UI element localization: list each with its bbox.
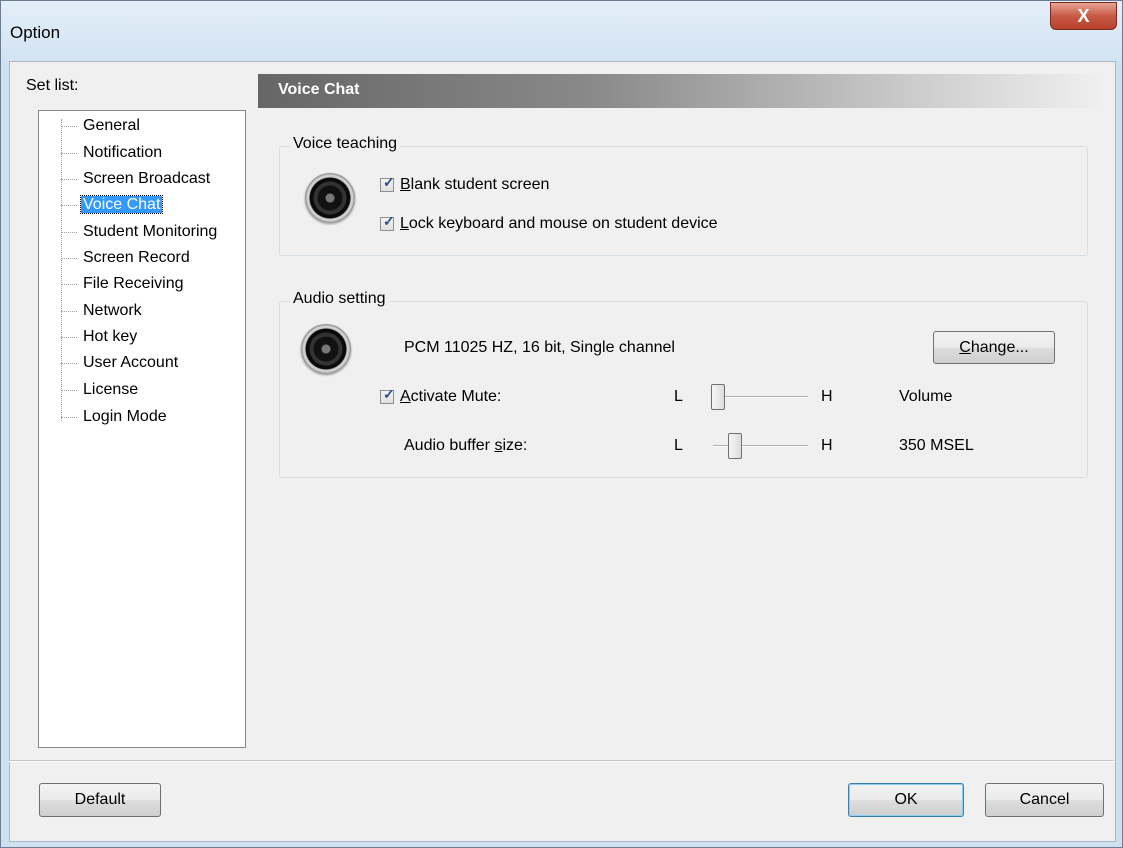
tree-item-label: File Receiving <box>83 275 184 292</box>
tree-item-label: Voice Chat <box>79 195 164 214</box>
checkmark-icon: ✓ <box>383 386 395 402</box>
checkbox-label: Activate Mute: <box>400 388 502 405</box>
window-title: Option <box>10 23 61 42</box>
tree-item-label: Screen Record <box>83 249 190 266</box>
cancel-button-label: Cancel <box>1019 791 1070 808</box>
buffer-value-label: 350 MSEL <box>899 437 974 454</box>
tree-item-file-receiving[interactable]: File Receiving <box>61 272 185 296</box>
voice-teaching-group: Voice teaching <box>279 135 1088 256</box>
volume-low-label: L <box>674 388 683 405</box>
close-button[interactable]: X <box>1050 2 1117 30</box>
tree-item-label: Login Mode <box>83 408 167 425</box>
tree-item-label: User Account <box>83 354 179 371</box>
audio-setting-title: Audio setting <box>290 290 389 308</box>
checkbox-label: Blank student screen <box>400 176 550 193</box>
lock-keyboard-mouse-checkbox[interactable]: ✓ Lock keyboard and mouse on student dev… <box>380 213 718 233</box>
title-bar: Option X <box>1 1 1122 61</box>
speaker-icon <box>305 173 355 223</box>
tree-item-voice-chat[interactable]: Voice Chat <box>61 193 164 217</box>
close-icon: X <box>1077 5 1090 26</box>
tree-item-label: Screen Broadcast <box>83 170 211 187</box>
ok-button-label: OK <box>894 791 918 808</box>
panel-title: Voice Chat <box>278 81 360 98</box>
panel-header: Voice Chat <box>258 74 1105 108</box>
buffer-low-label: L <box>674 437 683 454</box>
change-button[interactable]: Change... <box>933 331 1055 364</box>
audio-buffer-label: Audio buffer size: <box>404 437 528 454</box>
tree-item-hot-key[interactable]: Hot key <box>61 325 139 349</box>
change-button-label: Change... <box>959 338 1029 356</box>
checkbox-box: ✓ <box>380 213 395 231</box>
cancel-button[interactable]: Cancel <box>985 783 1104 817</box>
buffer-slider-thumb[interactable] <box>728 433 743 459</box>
audio-format-text: PCM 11025 HZ, 16 bit, Single channel <box>404 339 675 356</box>
tree-item-screen-record[interactable]: Screen Record <box>61 246 192 270</box>
ok-button[interactable]: OK <box>848 783 964 817</box>
tree-item-label: Notification <box>83 144 163 161</box>
tree-item-screen-broadcast[interactable]: Screen Broadcast <box>61 167 212 191</box>
volume-high-label: H <box>821 388 833 405</box>
default-button[interactable]: Default <box>39 783 161 817</box>
blank-student-screen-checkbox[interactable]: ✓ Blank student screen <box>380 174 550 194</box>
tree-item-user-account[interactable]: User Account <box>61 351 180 375</box>
tree-item-label: Student Monitoring <box>83 223 218 240</box>
tree-item-label: Network <box>83 302 142 319</box>
tree-item-label: General <box>83 117 140 134</box>
tree-item-network[interactable]: Network <box>61 299 144 323</box>
tree-item-login-mode[interactable]: Login Mode <box>61 405 169 429</box>
checkbox-box: ✓ <box>380 386 395 404</box>
tree-item-label: Hot key <box>83 328 138 345</box>
checkbox-label: Lock keyboard and mouse on student devic… <box>400 215 718 232</box>
speaker-icon <box>301 324 351 374</box>
activate-mute-checkbox[interactable]: ✓ Activate Mute: <box>380 386 502 406</box>
footer-separator <box>9 760 1114 762</box>
buffer-high-label: H <box>821 437 833 454</box>
tree-item-general[interactable]: General <box>61 114 142 138</box>
default-button-label: Default <box>74 791 126 808</box>
volume-slider-track[interactable] <box>713 396 808 398</box>
checkbox-box: ✓ <box>380 174 395 192</box>
tree-item-notification[interactable]: Notification <box>61 141 164 165</box>
volume-slider-thumb[interactable] <box>711 384 725 410</box>
set-list-label: Set list: <box>26 77 79 94</box>
tree-item-student-monitoring[interactable]: Student Monitoring <box>61 220 219 244</box>
set-list-tree[interactable]: General Notification Screen Broadcast Vo… <box>38 110 246 748</box>
checkmark-icon: ✓ <box>383 213 395 229</box>
voice-teaching-title: Voice teaching <box>290 135 401 153</box>
volume-value-label: Volume <box>899 388 953 405</box>
tree-item-license[interactable]: License <box>61 378 140 402</box>
tree-item-label: License <box>83 381 139 398</box>
checkmark-icon: ✓ <box>383 174 395 190</box>
